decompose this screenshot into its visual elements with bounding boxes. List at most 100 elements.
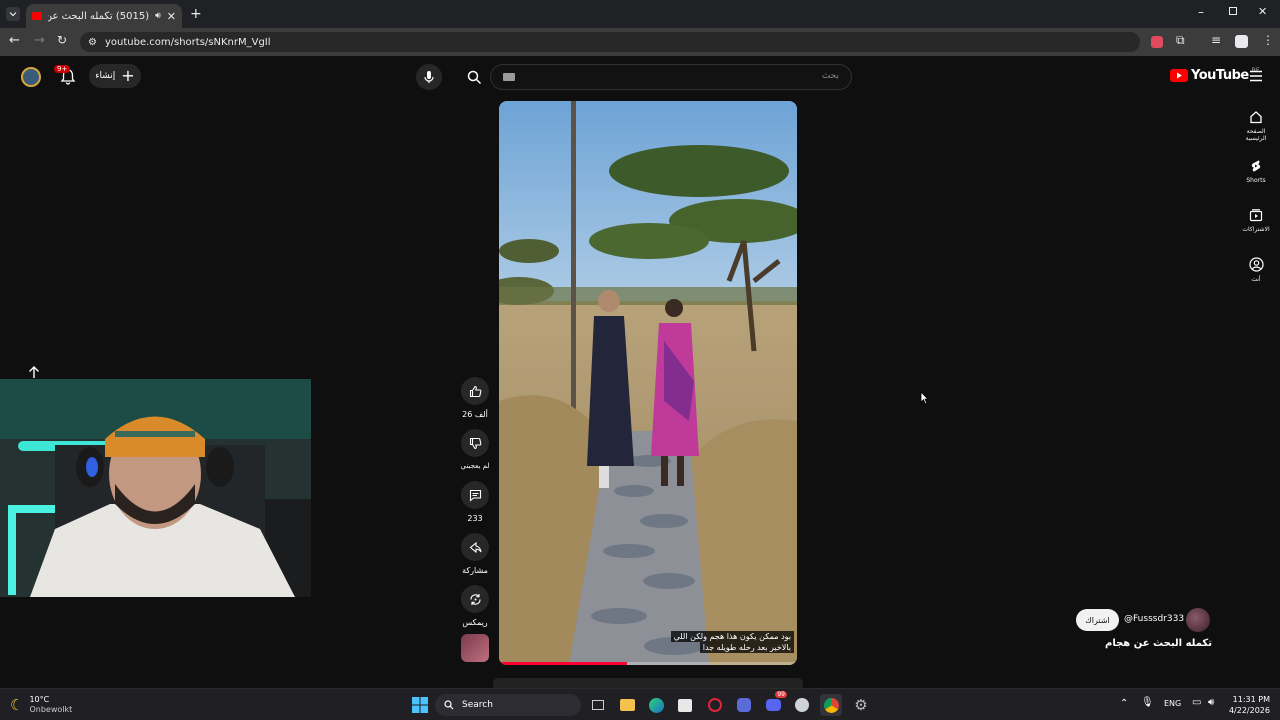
browser-tab[interactable]: (5015) تكمله البحث عن هجام 🔊︎ ✕ — [26, 4, 182, 28]
store-button[interactable] — [674, 694, 696, 716]
sidebar-item-home[interactable]: الصفحة الرئيسية — [1236, 110, 1276, 142]
channel-avatar[interactable] — [1186, 608, 1210, 632]
logo-text: YouTube — [1191, 68, 1249, 83]
shorts-icon — [1251, 160, 1261, 172]
sidebar-item-label: Shorts — [1246, 177, 1266, 184]
tab-search-button[interactable] — [6, 7, 20, 21]
media-controls-icon[interactable]: ≡ — [1211, 33, 1221, 47]
media-app-button[interactable] — [733, 694, 755, 716]
moon-icon: ☾ — [10, 696, 24, 714]
reload-button[interactable]: ↻ — [57, 33, 67, 47]
guide-menu-button[interactable] — [1249, 70, 1263, 82]
close-window-button[interactable]: ✕ — [1258, 5, 1267, 18]
video-title: تكمله البحث عن هجام — [1105, 638, 1212, 649]
sidebar-item-subscriptions[interactable]: الاشتراكات — [1236, 208, 1276, 233]
windows-logo-icon — [412, 697, 428, 713]
edge-button[interactable] — [645, 694, 667, 716]
search-icon — [444, 700, 454, 710]
dislike-button[interactable] — [461, 429, 489, 457]
taskbar-search-label: Search — [462, 700, 493, 710]
comments-button[interactable] — [461, 481, 489, 509]
comments-action[interactable]: 233 — [461, 481, 489, 523]
sidebar-item-you[interactable]: أنت — [1236, 257, 1276, 283]
channel-handle[interactable]: @Fusssdr333 — [1124, 614, 1184, 624]
like-count: 26 ألف — [462, 410, 488, 419]
comment-icon — [469, 489, 481, 502]
sound-thumbnail[interactable] — [461, 634, 489, 662]
youtube-logo[interactable]: YouTube BE — [1170, 67, 1260, 83]
tab-close-icon[interactable]: ✕ — [167, 10, 176, 23]
sidebar-item-shorts[interactable]: Shorts — [1236, 159, 1276, 184]
task-view-button[interactable] — [587, 694, 609, 716]
webcam-overlay — [0, 379, 311, 597]
search-input[interactable]: بحث — [490, 64, 852, 90]
remix-action[interactable]: ريمكس — [461, 585, 489, 627]
chrome-button[interactable] — [820, 694, 842, 716]
search-button[interactable] — [458, 64, 490, 90]
extension-icon[interactable] — [1151, 36, 1163, 48]
taskbar-search[interactable]: Search — [435, 694, 581, 716]
play-app-icon — [737, 698, 751, 712]
keyboard-icon[interactable] — [503, 73, 515, 81]
account-avatar[interactable] — [21, 67, 41, 87]
share-button[interactable] — [461, 533, 489, 561]
tray-overflow-icon[interactable]: ⌃ — [1120, 698, 1128, 709]
comment-count: 233 — [467, 514, 483, 523]
forward-button[interactable]: → — [34, 33, 45, 48]
opera-button[interactable] — [704, 694, 726, 716]
dislike-label: لم يعجبني — [460, 462, 490, 470]
volume-icon[interactable]: 🔊︎ — [1208, 697, 1214, 708]
new-tab-button[interactable]: + — [190, 6, 202, 22]
subscribe-button[interactable]: اشتراك — [1076, 609, 1119, 631]
clock[interactable]: 11:31 PM 4/22/2026 — [1226, 694, 1270, 716]
back-button[interactable]: ← — [9, 33, 20, 48]
search-placeholder: بحث — [821, 71, 839, 81]
next-video-peek[interactable] — [493, 678, 803, 688]
network-icon[interactable]: ▭ — [1192, 697, 1201, 708]
weather-widget[interactable]: ☾ 10°C Onbewolkt — [10, 695, 72, 715]
dislike-action[interactable]: لم يعجبني — [461, 429, 489, 470]
settings-button[interactable]: ⚙ — [850, 694, 872, 716]
language-indicator[interactable]: ENG — [1164, 699, 1181, 708]
address-bar[interactable]: ⚙ youtube.com/shorts/sNKnrM_VgIl — [80, 32, 1140, 52]
thumbs-down-icon — [469, 437, 481, 449]
youtube-play-icon — [1170, 69, 1188, 82]
webcam-feed — [0, 379, 311, 597]
create-label: إنشاء — [95, 71, 116, 81]
discord-button[interactable]: 99 — [762, 691, 787, 716]
share-icon — [469, 541, 482, 553]
minimize-button[interactable]: – — [1198, 5, 1204, 19]
plus-icon: + — [121, 66, 135, 85]
file-explorer-button[interactable] — [616, 694, 638, 716]
task-view-icon — [592, 700, 604, 710]
clock-time: 11:31 PM — [1232, 695, 1270, 704]
tab-title: (5015) تكمله البحث عن هجام — [48, 10, 150, 22]
create-button[interactable]: إنشاء + — [89, 64, 141, 88]
restore-button[interactable] — [1229, 7, 1237, 15]
subscriptions-icon — [1249, 209, 1263, 222]
steam-button[interactable] — [791, 694, 813, 716]
audio-playing-icon[interactable]: 🔊︎ — [155, 11, 161, 21]
like-action[interactable]: 26 ألف — [461, 377, 489, 419]
voice-search-button[interactable] — [416, 64, 442, 90]
opera-icon — [708, 698, 722, 712]
mic-tray-icon[interactable]: 🎙︎ — [1141, 697, 1154, 708]
windows-taskbar: ☾ 10°C Onbewolkt Search 99 ⚙ ⌃ 🎙︎ ENG ▭ … — [0, 688, 1280, 720]
share-action[interactable]: مشاركة — [461, 533, 489, 575]
remix-button[interactable] — [461, 585, 489, 613]
like-button[interactable] — [461, 377, 489, 405]
mouse-cursor — [920, 391, 929, 405]
shorts-video-player[interactable]: بود ممكن يكون هذا هجم ولكن اللي بالاخير … — [499, 101, 797, 665]
browser-menu-icon[interactable]: ⋮ — [1262, 33, 1274, 47]
weather-desc: Onbewolkt — [29, 705, 73, 714]
you-icon — [1248, 257, 1264, 272]
profile-icon[interactable] — [1235, 35, 1248, 48]
start-button[interactable] — [409, 694, 431, 716]
sidebar-item-label: أنت — [1251, 276, 1261, 283]
notifications-button[interactable]: 9+ — [54, 65, 78, 87]
site-info-icon[interactable]: ⚙ — [88, 37, 97, 48]
video-progress-bar[interactable] — [499, 662, 797, 665]
url-text: youtube.com/shorts/sNKnrM_VgIl — [104, 36, 271, 48]
extensions-puzzle-icon[interactable]: ⧉ — [1176, 33, 1185, 48]
discord-badge: 99 — [775, 691, 787, 698]
